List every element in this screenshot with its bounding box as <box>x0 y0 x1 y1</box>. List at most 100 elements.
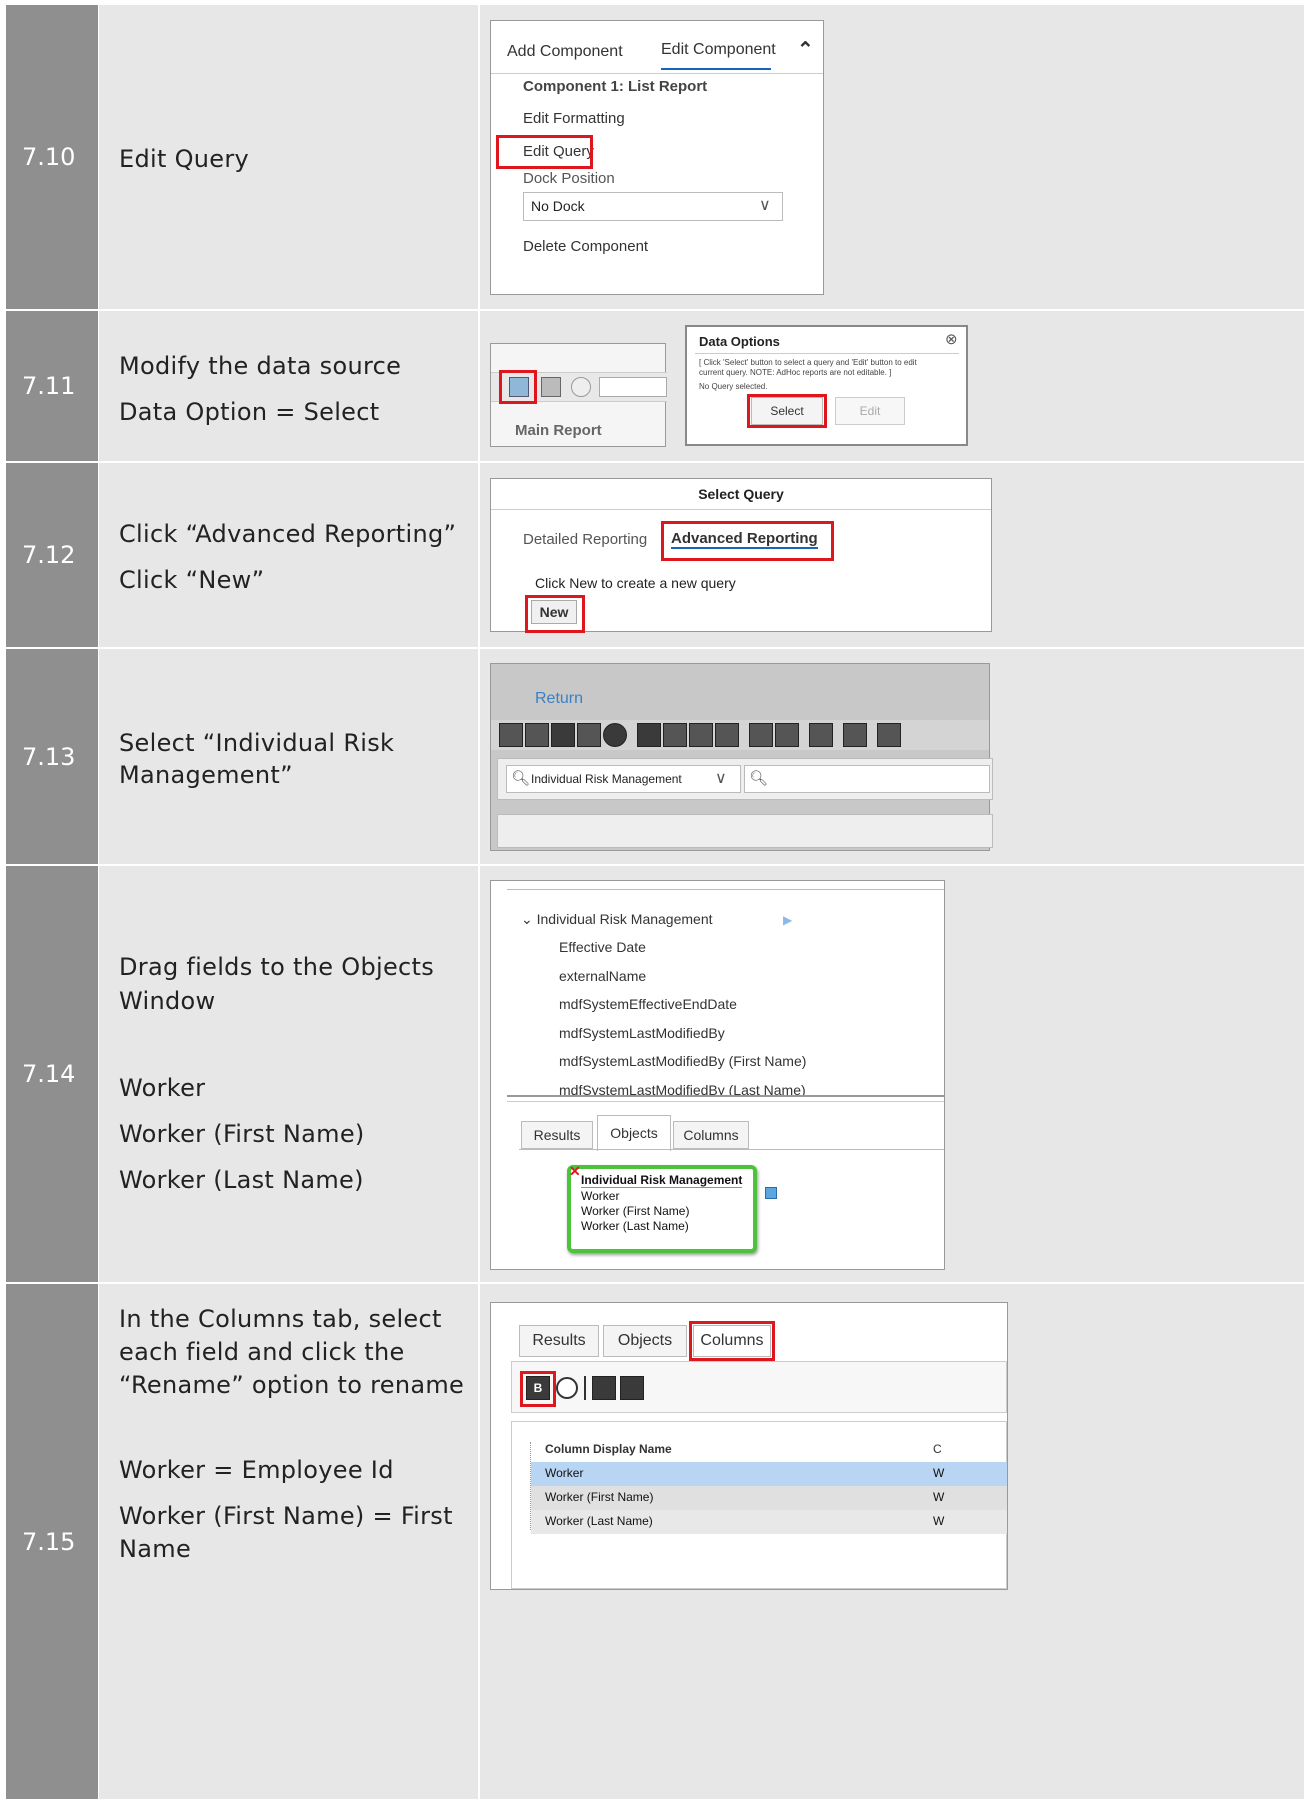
tab-edit-component[interactable]: Edit Component <box>661 41 776 59</box>
step-line: Click “Advanced Reporting” <box>119 520 457 548</box>
settings-icon[interactable] <box>843 723 867 747</box>
edit-formatting-link[interactable]: Edit Formatting <box>523 110 625 127</box>
object-card[interactable]: ✕ Individual Risk Management Worker Work… <box>567 1163 757 1253</box>
step-description: In the Columns tab, select each field an… <box>98 1284 478 1799</box>
save-as-icon[interactable] <box>577 723 601 747</box>
domain-select[interactable]: 🔍︎ Individual Risk Management ∨ <box>506 765 741 793</box>
table-row[interactable]: Worker W <box>531 1462 1007 1486</box>
dialog-note: [ Click 'Select' button to select a quer… <box>699 358 917 377</box>
filter-edit-icon[interactable] <box>663 723 687 747</box>
table-icon[interactable] <box>765 1187 777 1199</box>
step-screenshot: Add Component Edit Component ⌃ Component… <box>478 5 1304 309</box>
calendar-icon[interactable] <box>715 723 739 747</box>
toolbar <box>491 720 989 750</box>
field-item[interactable]: externalName <box>559 968 646 984</box>
field-item[interactable]: Effective Date <box>559 939 646 955</box>
step-line: Window <box>119 987 216 1015</box>
sort-icon[interactable] <box>749 723 773 747</box>
open-icon[interactable] <box>525 723 549 747</box>
object-field: Worker <box>581 1189 620 1203</box>
step-line: Select “Individual Risk <box>119 729 395 757</box>
close-icon[interactable]: ⊗ <box>945 330 958 348</box>
chart-icon[interactable] <box>877 723 901 747</box>
calc-icon[interactable] <box>775 723 799 747</box>
tab-results[interactable]: Results <box>519 1325 599 1357</box>
chevron-down-icon: ⌄ <box>521 911 533 927</box>
tab-objects[interactable]: Objects <box>603 1325 687 1357</box>
step-row-7-14: 7.14 Drag fields to the Objects Window W… <box>6 866 1304 1282</box>
columns-table: Column Display Name C Worker W Worker (F… <box>511 1421 1007 1589</box>
step-line: Drag fields to the Objects <box>119 953 435 981</box>
filter-icon[interactable] <box>637 723 661 747</box>
tab-objects[interactable]: Objects <box>597 1115 671 1151</box>
search-input[interactable]: 🔍︎ <box>744 765 990 793</box>
tree-root-label: Individual Risk Management <box>536 911 713 927</box>
step-line: Worker <box>119 1074 206 1102</box>
filter-icon[interactable] <box>620 1376 644 1400</box>
step-line: In the Columns tab, select <box>119 1305 442 1333</box>
collapse-icon[interactable]: ⌃ <box>797 37 814 62</box>
field-item[interactable]: mdfSystemLastModifiedBy <box>559 1025 725 1041</box>
table-row[interactable]: Worker (Last Name) W <box>531 1510 1007 1534</box>
divider <box>695 353 959 354</box>
component-heading: Component 1: List Report <box>523 78 708 95</box>
edit-button[interactable]: Edit <box>835 397 905 425</box>
step-number: 7.13 <box>6 649 98 864</box>
search-icon: 🔍︎ <box>749 770 769 787</box>
data-options-dialog: Data Options ⊗ [ Click 'Select' button t… <box>685 325 968 446</box>
search-bar: 🔍︎ Individual Risk Management ∨ 🔍︎ <box>497 758 993 800</box>
tree-root[interactable]: ⌄ Individual Risk Management <box>521 911 713 928</box>
export-icon[interactable] <box>809 723 833 747</box>
dock-select[interactable]: No Dock ∨ <box>523 192 783 221</box>
highlight-box <box>689 1321 775 1361</box>
toolbar-input[interactable] <box>599 377 667 397</box>
step-line: Edit Query <box>119 145 250 173</box>
select-query-panel: Select Query Detailed Reporting Advanced… <box>490 478 992 633</box>
remove-icon[interactable]: ✕ <box>569 1163 581 1180</box>
highlight-box <box>499 370 537 404</box>
step-line: “Rename” option to rename <box>119 1371 465 1399</box>
field-item[interactable]: mdfSystemLastModifiedBy (First Name) <box>559 1053 806 1069</box>
step-line: Worker (First Name) = First <box>119 1502 453 1530</box>
row-suffix: W <box>933 1466 945 1480</box>
tab-columns[interactable]: Columns <box>673 1121 749 1149</box>
divider <box>519 1149 944 1150</box>
image-icon[interactable] <box>541 377 561 397</box>
step-number: 7.11 <box>6 311 98 461</box>
field-item[interactable]: mdfSystemEffectiveEndDate <box>559 996 737 1012</box>
step-screenshot: Select Query Detailed Reporting Advanced… <box>478 463 1304 647</box>
highlight-box <box>496 135 593 169</box>
object-title: Individual Risk Management <box>581 1173 743 1188</box>
main-report-label: Main Report <box>515 422 602 439</box>
step-description: Click “Advanced Reporting” Click “New” <box>98 463 478 647</box>
row-suffix: W <box>933 1490 945 1504</box>
step-screenshot: ⌄ Individual Risk Management ▶ Effective… <box>478 866 1304 1282</box>
step-line: Worker = Employee Id <box>119 1456 394 1484</box>
tab-detailed-reporting[interactable]: Detailed Reporting <box>523 531 647 548</box>
row-suffix: W <box>933 1514 945 1528</box>
palette-icon[interactable] <box>571 377 591 397</box>
highlight-box <box>520 1371 556 1407</box>
step-line: Worker (Last Name) <box>119 1166 364 1194</box>
field-item[interactable]: mdfSystemLastModifiedBy (Last Name) <box>559 1082 806 1095</box>
cancel-icon[interactable] <box>603 723 627 747</box>
dialog-title: Data Options <box>699 334 780 349</box>
tab-results[interactable]: Results <box>521 1121 593 1149</box>
separator <box>584 1376 586 1400</box>
sort-icon[interactable] <box>592 1376 616 1400</box>
save-icon[interactable] <box>551 723 575 747</box>
new-hint: Click New to create a new query <box>535 575 736 591</box>
cancel-icon[interactable] <box>556 1377 578 1399</box>
step-line: Name <box>119 1535 192 1563</box>
tab-add-component[interactable]: Add Component <box>507 43 623 61</box>
step-description: Modify the data source Data Option = Sel… <box>98 311 478 461</box>
table-row[interactable]: Worker (First Name) W <box>531 1486 1007 1510</box>
new-icon[interactable] <box>499 723 523 747</box>
object-field: Worker (Last Name) <box>581 1219 689 1233</box>
filter-prompt-icon[interactable] <box>689 723 713 747</box>
step-line: Modify the data source <box>119 352 402 380</box>
delete-component-link[interactable]: Delete Component <box>523 238 648 255</box>
return-link[interactable]: Return <box>535 690 583 708</box>
columns-panel: Results Objects Columns B Column Display… <box>490 1302 1008 1590</box>
column-header: Column Display Name <box>545 1442 672 1456</box>
